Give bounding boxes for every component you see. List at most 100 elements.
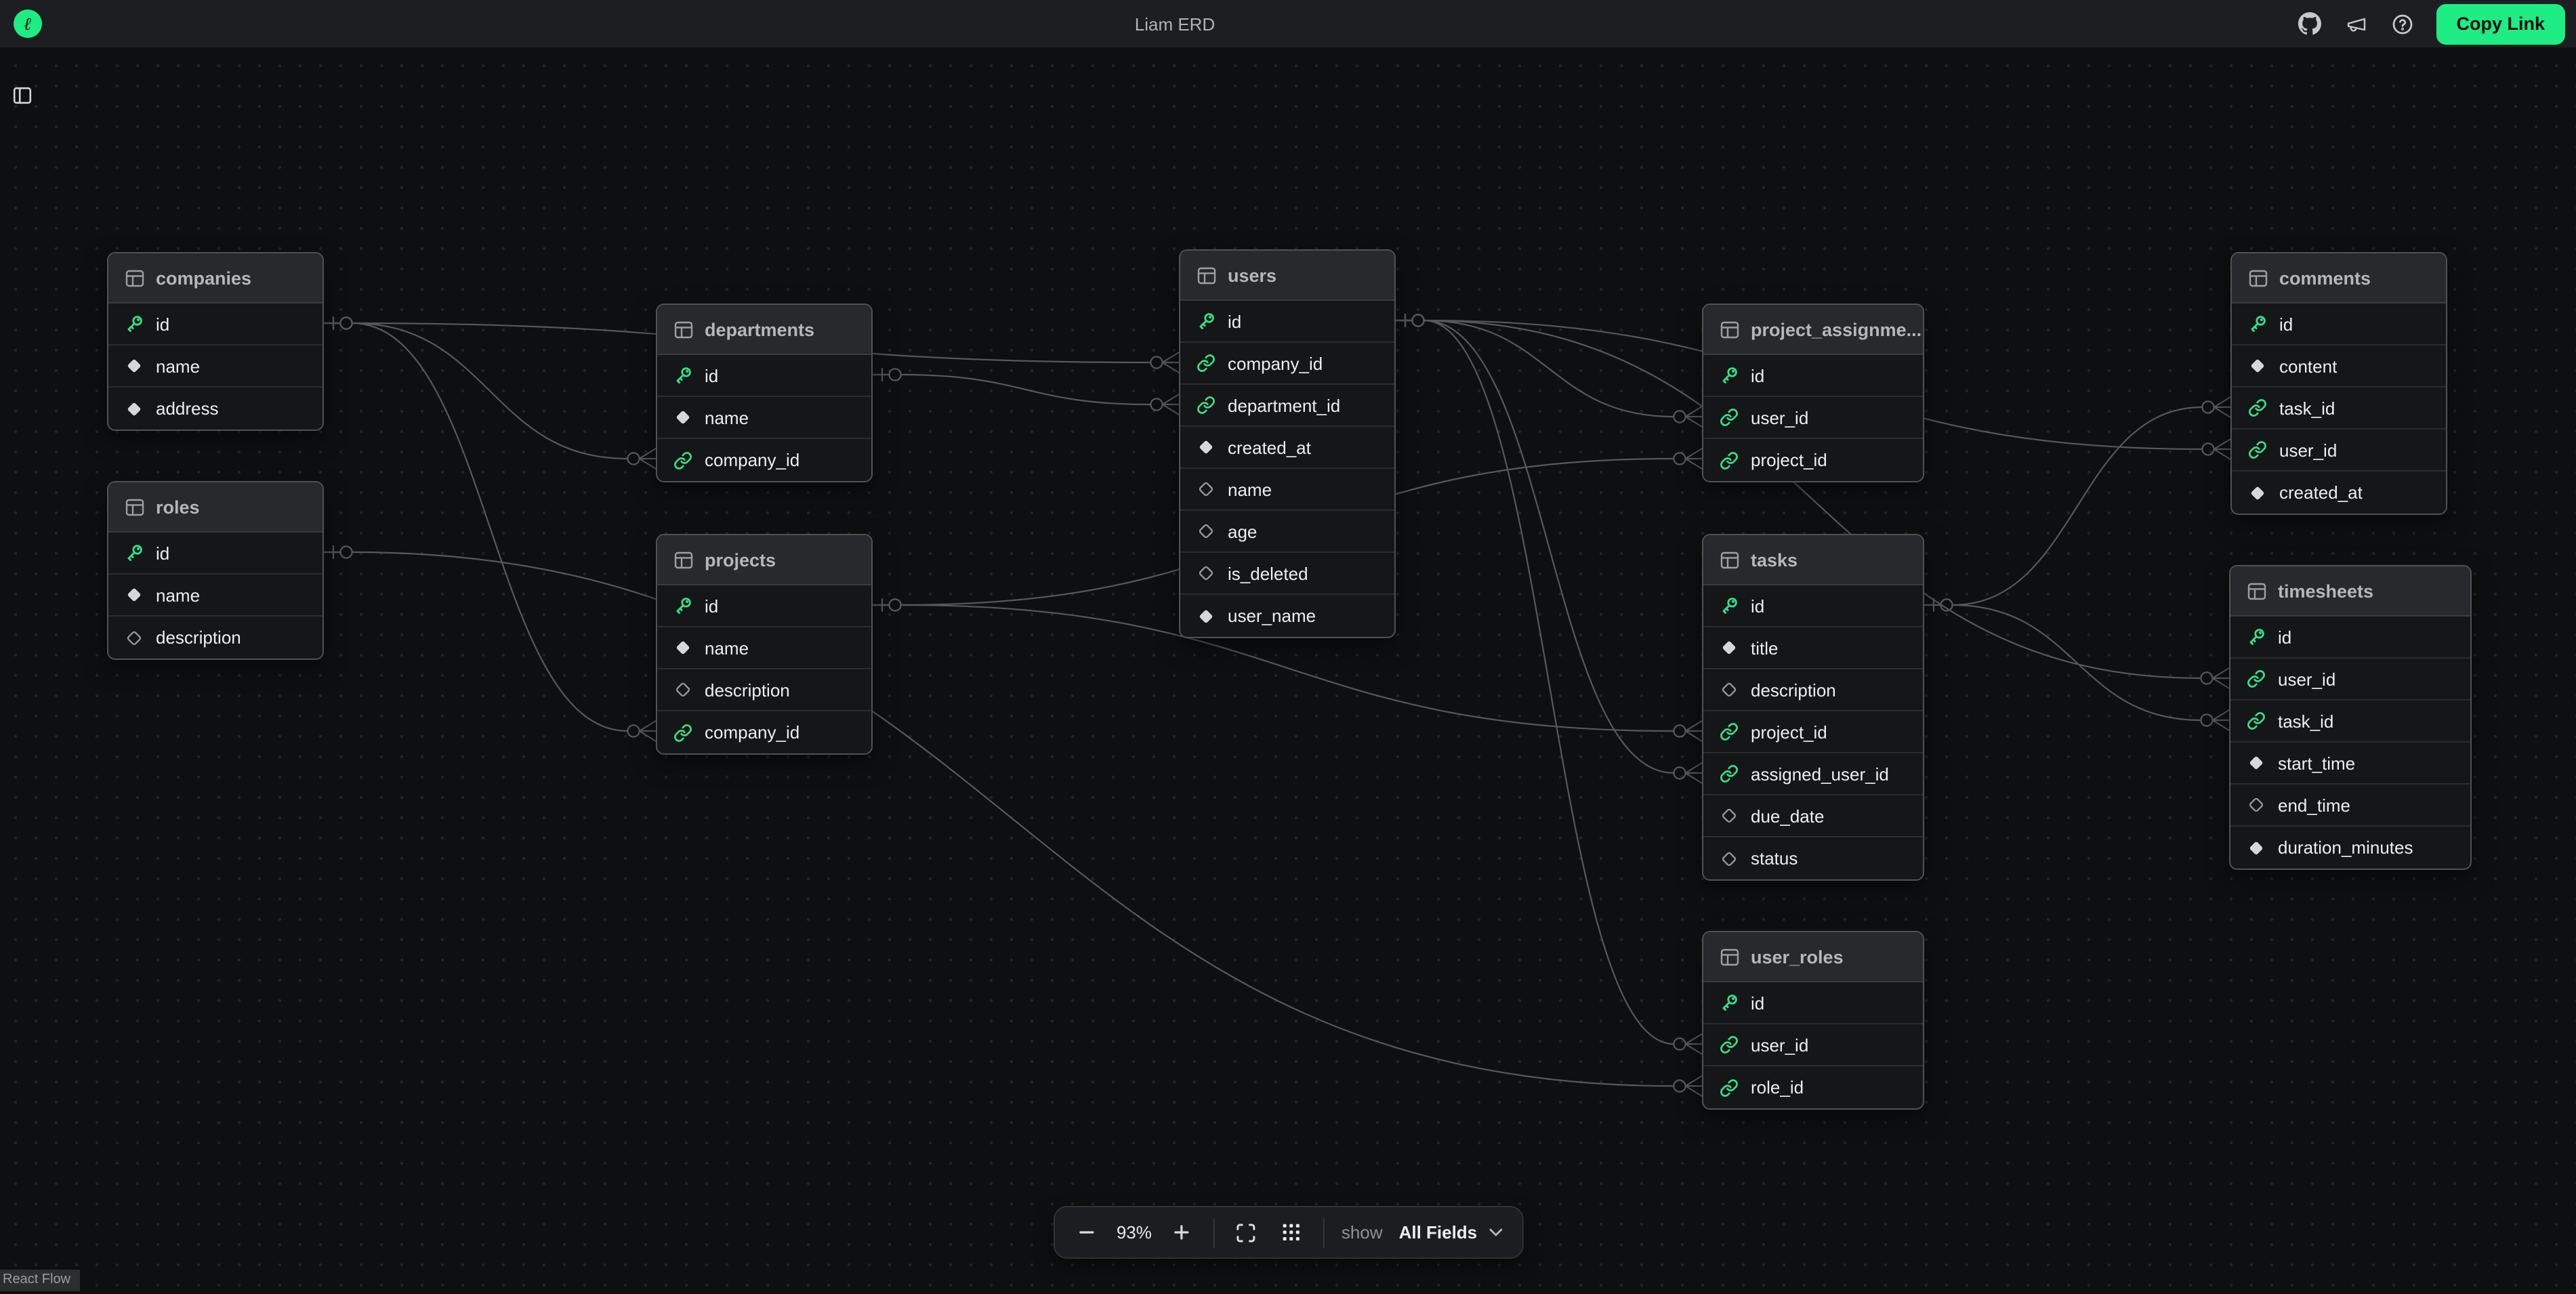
field-row-users-user_name[interactable]: user_name (1180, 595, 1394, 637)
field-row-timesheets-task_id[interactable]: task_id (2230, 701, 2470, 743)
table-icon (1197, 266, 1217, 285)
erd-edge-roles.id--user_roles.role_id[interactable] (324, 546, 1702, 1096)
table-header-roles[interactable]: roles (108, 482, 323, 533)
field-row-companies-name[interactable]: name (108, 346, 323, 388)
toolbar-divider (1213, 1217, 1214, 1247)
field-name: created_at (2279, 482, 2363, 503)
field-row-roles-description[interactable]: description (108, 617, 323, 659)
table-icon (1720, 550, 1740, 569)
table-tasks[interactable]: tasksidtitledescriptionproject_idassigne… (1702, 534, 1924, 881)
field-row-departments-company_id[interactable]: company_id (657, 439, 871, 481)
field-row-comments-id[interactable]: id (2232, 304, 2446, 346)
field-row-comments-content[interactable]: content (2232, 346, 2446, 388)
field-row-tasks-due_date[interactable]: due_date (1703, 795, 1923, 837)
field-row-tasks-status[interactable]: status (1703, 837, 1923, 879)
erd-edge-companies.id--departments.company_id[interactable] (324, 317, 656, 469)
table-timesheets[interactable]: timesheetsiduser_idtask_idstart_timeend_… (2229, 565, 2472, 870)
field-row-timesheets-user_id[interactable]: user_id (2230, 659, 2470, 701)
field-row-users-age[interactable]: age (1180, 511, 1394, 553)
erd-edge-departments.id--users.department_id[interactable] (873, 369, 1179, 415)
field-row-projects-name[interactable]: name (657, 627, 871, 669)
field-row-companies-id[interactable]: id (108, 304, 323, 346)
field-row-departments-name[interactable]: name (657, 397, 871, 439)
field-row-users-name[interactable]: name (1180, 469, 1394, 511)
table-comments[interactable]: commentsidcontenttask_iduser_id created_a… (2230, 252, 2447, 515)
table-departments[interactable]: departmentsidnamecompany_id (656, 304, 873, 482)
table-header-user_roles[interactable]: user_roles (1703, 932, 1923, 982)
field-row-timesheets-duration_minutes[interactable]: duration_minutes (2230, 827, 2470, 869)
field-row-roles-id[interactable]: id (108, 533, 323, 575)
field-name: duration_minutes (2278, 837, 2413, 858)
zoom-in-button[interactable] (1168, 1216, 1195, 1249)
field-row-user_roles-id[interactable]: id (1703, 982, 1923, 1024)
field-row-user_roles-user_id[interactable]: user_id (1703, 1024, 1923, 1066)
fit-view-button[interactable] (1232, 1216, 1259, 1249)
field-row-project_assignments-id[interactable]: id (1703, 355, 1923, 397)
primary-key-icon (1197, 312, 1216, 331)
zoom-out-button[interactable] (1073, 1216, 1100, 1249)
erd-edge-users.id--tasks.assigned_user_id[interactable] (1396, 314, 1702, 783)
github-icon[interactable] (2298, 12, 2322, 36)
table-header-users[interactable]: users (1180, 251, 1394, 301)
table-user_roles[interactable]: user_rolesid user_id role_id (1702, 931, 1924, 1110)
table-projects[interactable]: projectsidnamedescription company_id (656, 534, 873, 755)
table-header-comments[interactable]: comments (2232, 253, 2446, 304)
table-companies[interactable]: companiesidnameaddress (107, 252, 324, 431)
field-row-users-company_id[interactable]: company_id (1180, 343, 1394, 385)
foreign-key-icon (1720, 451, 1739, 469)
field-row-tasks-title[interactable]: title (1703, 627, 1923, 669)
liam-logo-icon[interactable]: ℓ (14, 9, 42, 38)
table-header-project_assignments[interactable]: project_assignme... (1703, 305, 1923, 355)
reactflow-attribution[interactable]: React Flow (0, 1270, 80, 1291)
field-row-tasks-project_id[interactable]: project_id (1703, 711, 1923, 753)
nullable-diamond-icon (1197, 480, 1216, 499)
field-name: user_id (1751, 1035, 1808, 1055)
field-row-user_roles-role_id[interactable]: role_id (1703, 1066, 1923, 1108)
tidy-up-grid-icon[interactable] (1278, 1216, 1305, 1249)
table-header-timesheets[interactable]: timesheets (2230, 566, 2470, 617)
field-row-roles-name[interactable]: name (108, 575, 323, 617)
table-project_assignments[interactable]: project_assignme...id user_idproject_id (1702, 304, 1924, 482)
help-icon[interactable] (2390, 12, 2414, 36)
field-row-project_assignments-project_id[interactable]: project_id (1703, 439, 1923, 481)
field-row-tasks-assigned_user_id[interactable]: assigned_user_id (1703, 753, 1923, 795)
field-row-project_assignments-user_id[interactable]: user_id (1703, 397, 1923, 439)
field-row-users-department_id[interactable]: department_id (1180, 385, 1394, 427)
table-header-departments[interactable]: departments (657, 305, 871, 355)
field-row-companies-address[interactable]: address (108, 388, 323, 430)
field-name: id (1751, 365, 1764, 385)
field-row-timesheets-start_time[interactable]: start_time (2230, 743, 2470, 785)
erd-edge-users.id--user_roles.user_id[interactable] (1396, 314, 1702, 1054)
field-row-tasks-id[interactable]: id (1703, 585, 1923, 627)
canvas-toolbar: 93% show All Fields (1053, 1206, 1523, 1259)
erd-edge-companies.id--projects.company_id[interactable] (324, 317, 656, 741)
field-row-tasks-description[interactable]: description (1703, 669, 1923, 711)
field-row-comments-created_at[interactable]: created_at (2232, 472, 2446, 514)
nullable-diamond-icon (125, 628, 144, 647)
erd-edge-users.id--project_assignments.user_id[interactable] (1396, 314, 1702, 427)
sidebar-toggle-icon[interactable] (12, 85, 33, 112)
field-name: assigned_user_id (1751, 764, 1889, 784)
field-row-projects-id[interactable]: id (657, 585, 871, 627)
announcements-megaphone-icon[interactable] (2344, 12, 2368, 36)
field-row-users-is_deleted[interactable]: is_deleted (1180, 553, 1394, 595)
field-name: company_id (705, 722, 799, 743)
field-row-projects-description[interactable]: description (657, 669, 871, 711)
field-row-departments-id[interactable]: id (657, 355, 871, 397)
field-row-users-id[interactable]: id (1180, 301, 1394, 343)
table-roles[interactable]: rolesidnamedescription (107, 481, 324, 660)
erd-edge-tasks.id--timesheets.task_id[interactable] (1924, 599, 2229, 730)
field-row-comments-user_id[interactable]: user_id (2232, 430, 2446, 472)
copy-link-button[interactable]: Copy Link (2436, 3, 2565, 44)
table-header-companies[interactable]: companies (108, 253, 323, 304)
fields-filter-dropdown[interactable]: All Fields (1399, 1222, 1503, 1243)
table-users[interactable]: usersidcompany_iddepartment_idcreated_at… (1179, 249, 1396, 638)
field-row-timesheets-end_time[interactable]: end_time (2230, 785, 2470, 827)
erd-canvas[interactable]: companiesidnameaddressrolesidnamedescrip… (0, 47, 2576, 1294)
field-row-projects-company_id[interactable]: company_id (657, 711, 871, 753)
field-row-users-created_at[interactable]: created_at (1180, 427, 1394, 469)
field-row-comments-task_id[interactable]: task_id (2232, 388, 2446, 430)
field-row-timesheets-id[interactable]: id (2230, 617, 2470, 659)
table-header-tasks[interactable]: tasks (1703, 535, 1923, 585)
table-header-projects[interactable]: projects (657, 535, 871, 585)
